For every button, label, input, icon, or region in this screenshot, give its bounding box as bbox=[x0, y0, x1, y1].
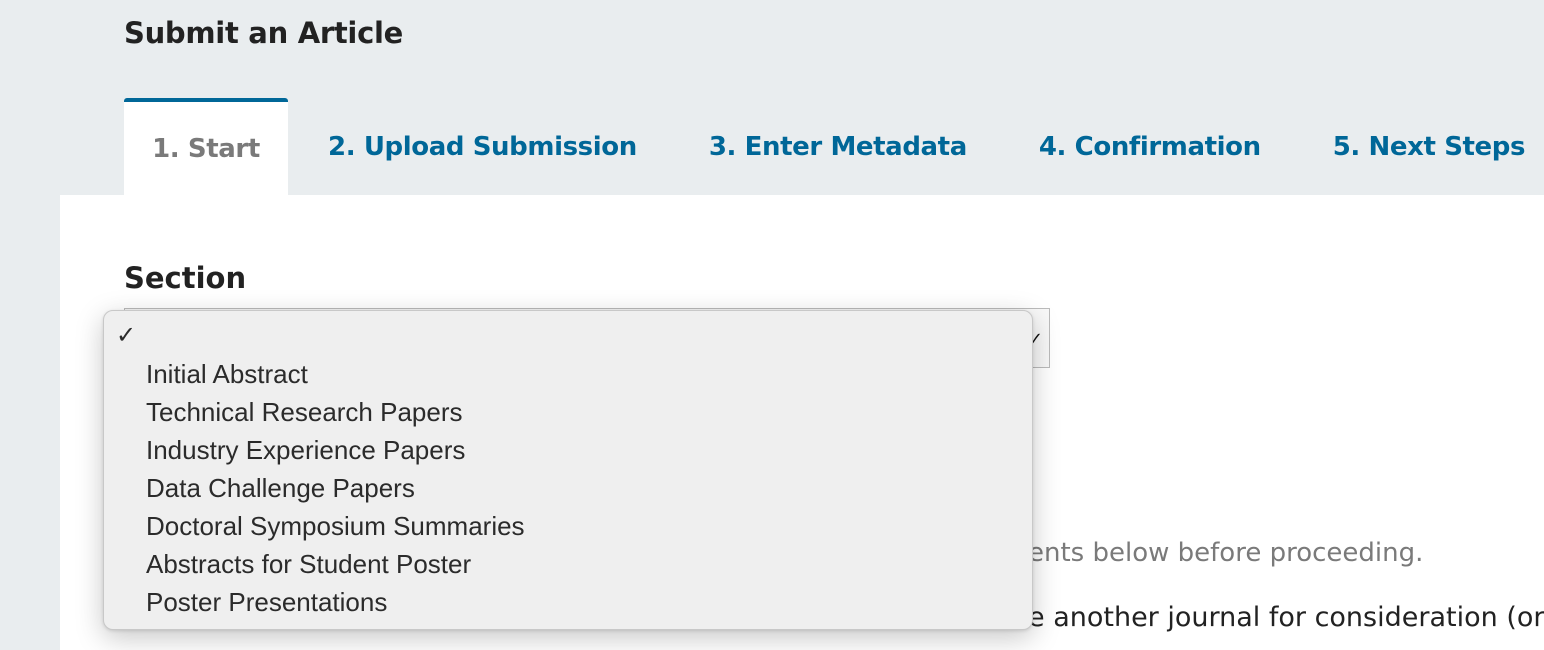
tab-next-steps[interactable]: 5. Next Steps bbox=[1333, 98, 1526, 195]
option-label: Data Challenge Papers bbox=[146, 473, 415, 503]
dropdown-option-data-challenge-papers[interactable]: Data Challenge Papers bbox=[104, 469, 1032, 507]
option-label: Industry Experience Papers bbox=[146, 435, 466, 465]
option-label: Abstracts for Student Poster bbox=[146, 549, 472, 579]
dropdown-option-doctoral-symposium-summaries[interactable]: Doctoral Symposium Summaries bbox=[104, 507, 1032, 545]
submission-steps-tabs: 1. Start 2. Upload Submission 3. Enter M… bbox=[124, 98, 1525, 195]
option-label: Technical Research Papers bbox=[146, 397, 463, 427]
dropdown-option-abstracts-student-poster[interactable]: Abstracts for Student Poster bbox=[104, 545, 1032, 583]
submission-page: Submit an Article 1. Start 2. Upload Sub… bbox=[0, 0, 1544, 650]
requirements-hint-visible: ents below before proceeding. bbox=[1028, 538, 1424, 568]
checkmark-icon: ✓ bbox=[116, 322, 137, 349]
section-dropdown-menu: ✓ Initial Abstract Technical Research Pa… bbox=[103, 310, 1033, 630]
tab-start[interactable]: 1. Start bbox=[124, 98, 288, 195]
option-label: Poster Presentations bbox=[146, 587, 388, 617]
dropdown-option-industry-experience-papers[interactable]: Industry Experience Papers bbox=[104, 431, 1032, 469]
dropdown-option-initial-abstract[interactable]: Initial Abstract bbox=[104, 355, 1032, 393]
tab-upload-submission[interactable]: 2. Upload Submission bbox=[328, 98, 637, 195]
dropdown-option-empty[interactable]: ✓ bbox=[104, 317, 1032, 355]
option-label: Initial Abstract bbox=[146, 359, 308, 389]
page-title: Submit an Article bbox=[124, 16, 403, 50]
tab-enter-metadata[interactable]: 3. Enter Metadata bbox=[709, 98, 967, 195]
section-field-label: Section bbox=[124, 261, 247, 295]
option-label: Doctoral Symposium Summaries bbox=[146, 511, 525, 541]
dropdown-option-technical-research-papers[interactable]: Technical Research Papers bbox=[104, 393, 1032, 431]
tab-confirmation[interactable]: 4. Confirmation bbox=[1039, 98, 1261, 195]
requirement-line-visible: e another journal for consideration (or … bbox=[1028, 602, 1544, 633]
dropdown-option-poster-presentations[interactable]: Poster Presentations bbox=[104, 583, 1032, 621]
